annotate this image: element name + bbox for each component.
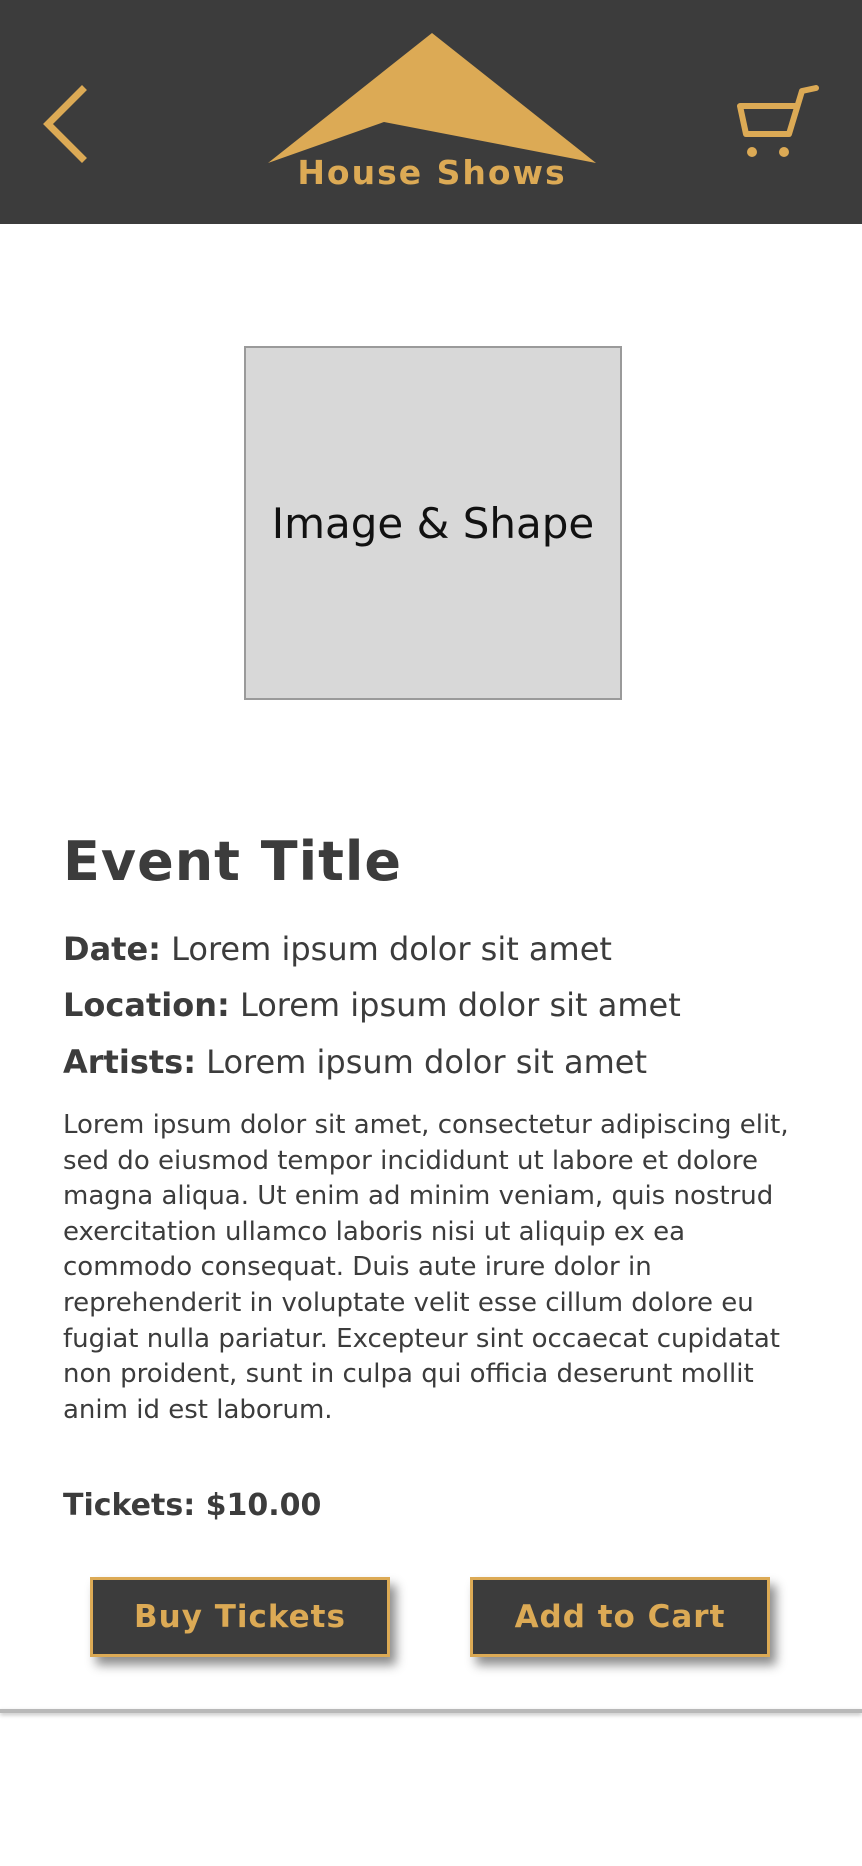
roof-icon [268,33,596,163]
event-artists: Artists: Lorem ipsum dolor sit amet [63,1043,647,1081]
cart-button[interactable] [734,82,824,162]
add-to-cart-button[interactable]: Add to Cart [470,1577,770,1657]
artists-value: Lorem ipsum dolor sit amet [206,1043,647,1081]
ticket-price: Tickets: $10.00 [63,1488,322,1523]
shopping-cart-icon [737,85,819,157]
chevron-left-icon [43,85,87,163]
date-label: Date: [63,930,161,968]
date-value: Lorem ipsum dolor sit amet [171,930,612,968]
event-title: Event Title [63,830,403,893]
location-value: Lorem ipsum dolor sit amet [239,986,681,1024]
event-image-placeholder: Image & Shape [244,346,622,700]
event-location: Location: Lorem ipsum dolor sit amet [63,986,681,1024]
footer-divider [0,1709,862,1713]
event-date: Date: Lorem ipsum dolor sit amet [63,930,612,968]
image-placeholder-label: Image & Shape [271,498,595,548]
back-button[interactable] [40,80,100,170]
app-header: House Shows [0,0,862,224]
location-label: Location: [63,986,230,1024]
brand-name: House Shows [297,153,567,192]
buy-tickets-button[interactable]: Buy Tickets [90,1577,390,1657]
artists-label: Artists: [63,1043,196,1081]
brand-logo: House Shows [264,30,600,200]
event-description: Lorem ipsum dolor sit amet, consectetur … [63,1110,789,1425]
